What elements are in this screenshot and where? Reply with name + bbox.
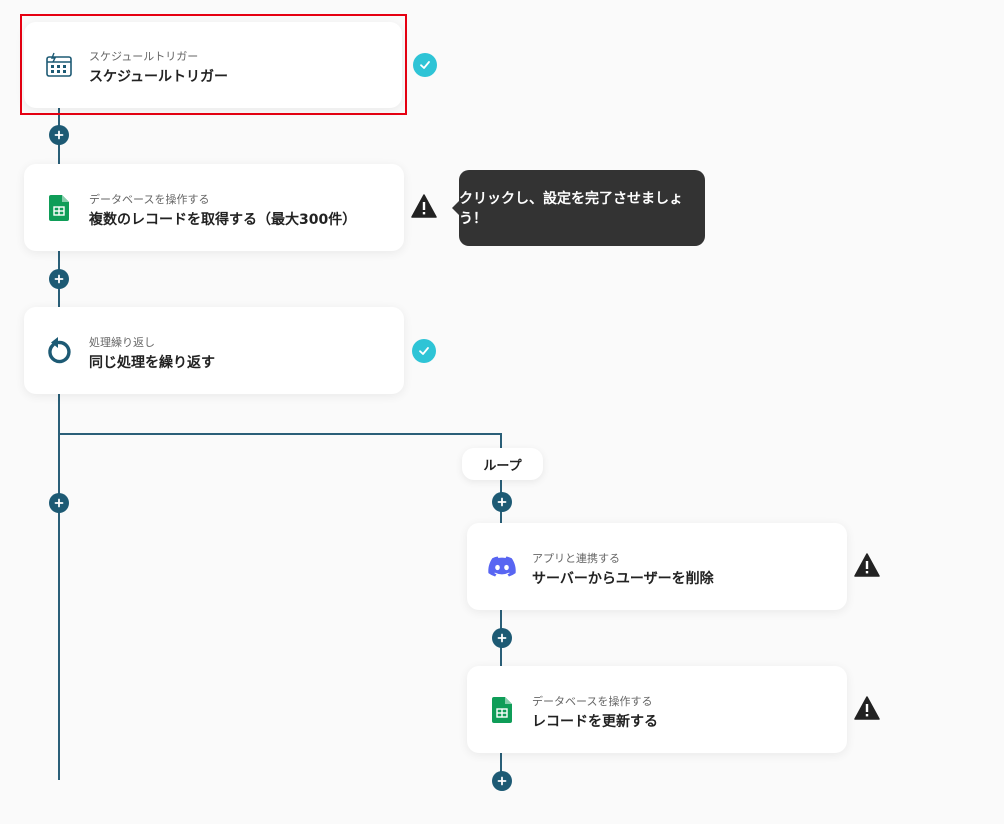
step-title: スケジュールトリガー bbox=[89, 69, 229, 85]
step-card-schedule-trigger[interactable]: スケジュールトリガー スケジュールトリガー bbox=[24, 22, 402, 108]
step-card-update-record[interactable]: データベースを操作する レコードを更新する bbox=[467, 666, 847, 753]
step-card-remove-user[interactable]: アプリと連携する サーバーからユーザーを削除 bbox=[467, 523, 847, 610]
discord-icon bbox=[487, 552, 517, 582]
step-title: 複数のレコードを取得する（最大300件） bbox=[89, 212, 357, 228]
step-title: 同じ処理を繰り返す bbox=[89, 355, 215, 371]
tooltip-text: クリックし、設定を完了させましょう！ bbox=[459, 191, 683, 227]
loop-label-text: ループ bbox=[483, 458, 522, 474]
step-category-label: データベースを操作する bbox=[532, 695, 653, 708]
add-loop-step-button[interactable] bbox=[492, 628, 512, 648]
step-title: レコードを更新する bbox=[532, 714, 658, 730]
add-step-button[interactable] bbox=[49, 125, 69, 145]
warning-icon bbox=[854, 696, 880, 720]
loop-branch-drop-line bbox=[500, 433, 502, 449]
warning-icon bbox=[411, 194, 437, 218]
step-title: サーバーからユーザーを削除 bbox=[532, 571, 714, 587]
schedule-calendar-icon bbox=[44, 50, 74, 80]
add-loop-step-button[interactable] bbox=[492, 771, 512, 791]
step-card-get-records[interactable]: データベースを操作する 複数のレコードを取得する（最大300件） bbox=[24, 164, 404, 251]
step-card-loop[interactable]: 処理繰り返し 同じ処理を繰り返す bbox=[24, 307, 404, 394]
step-category-label: アプリと連携する bbox=[532, 552, 620, 565]
add-step-button[interactable] bbox=[49, 493, 69, 513]
check-icon bbox=[412, 339, 436, 363]
check-icon bbox=[413, 53, 437, 77]
loop-branch-line bbox=[58, 433, 502, 435]
add-step-button[interactable] bbox=[49, 269, 69, 289]
google-sheets-icon bbox=[487, 695, 517, 725]
step-category-label: 処理繰り返し bbox=[89, 336, 155, 349]
loop-arrow-icon bbox=[44, 336, 74, 366]
step-category-label: データベースを操作する bbox=[89, 193, 210, 206]
google-sheets-icon bbox=[44, 193, 74, 223]
loop-label: ループ bbox=[462, 448, 543, 480]
warning-icon bbox=[854, 553, 880, 577]
setup-tooltip: クリックし、設定を完了させましょう！ bbox=[452, 170, 705, 246]
step-category-label: スケジュールトリガー bbox=[89, 50, 199, 63]
add-loop-step-button[interactable] bbox=[492, 492, 512, 512]
